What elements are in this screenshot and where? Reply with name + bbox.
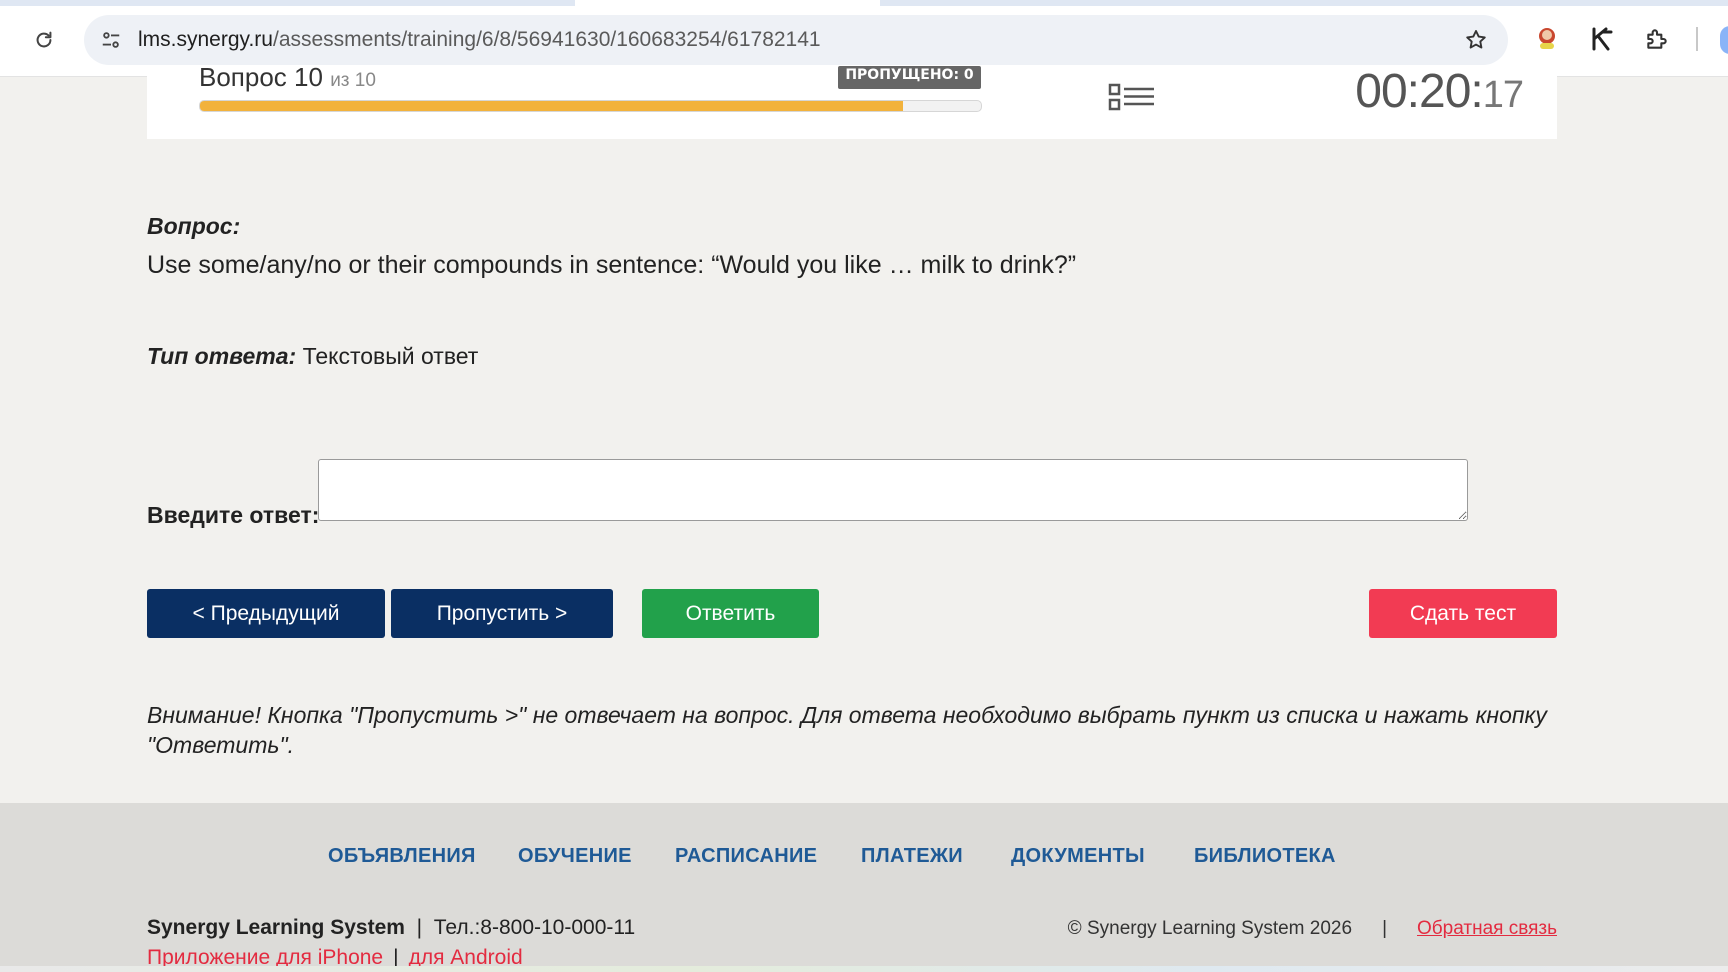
footer-brand: Synergy Learning System <box>147 916 405 939</box>
answer-button[interactable]: Ответить <box>642 589 819 638</box>
question-text: Use some/any/no or their compounds in se… <box>147 251 1077 279</box>
reload-icon[interactable] <box>30 26 58 54</box>
profile-avatar[interactable] <box>1720 26 1728 54</box>
footer: ОБЪЯВЛЕНИЯ ОБУЧЕНИЕ РАСПИСАНИЕ ПЛАТЕЖИ Д… <box>0 803 1728 972</box>
footer-nav-documents[interactable]: ДОКУМЕНТЫ <box>1011 845 1145 868</box>
site-settings-icon[interactable] <box>98 27 124 53</box>
question-label: Вопрос: <box>147 213 241 239</box>
footer-nav-library[interactable]: БИБЛИОТЕКА <box>1194 845 1336 868</box>
footer-phone: Тел.:8-800-10-000-11 <box>433 916 636 939</box>
test-header-card: Вопрос 10 из 10 ПРОПУЩЕНО: 0 00:20:17 <box>147 62 1557 139</box>
address-bar[interactable]: lms.synergy.ru/assessments/training/6/8/… <box>84 15 1508 65</box>
skip-button[interactable]: Пропустить > <box>391 589 613 638</box>
footer-contact: Synergy Learning System | Тел.:8-800-10-… <box>147 916 636 939</box>
skipped-badge: ПРОПУЩЕНО: 0 <box>838 66 981 89</box>
answer-type: Тип ответа: Текстовый ответ <box>147 343 478 370</box>
answer-type-label: Тип ответа: <box>147 343 297 369</box>
feedback-link[interactable]: Обратная связь <box>1417 918 1557 939</box>
footer-nav-payments[interactable]: ПЛАТЕЖИ <box>861 845 963 868</box>
bookmark-star-icon[interactable] <box>1462 26 1490 54</box>
taskbar-edge <box>0 966 1728 972</box>
active-tab[interactable] <box>575 0 880 6</box>
progress-bar <box>199 100 982 112</box>
footer-nav-schedule[interactable]: РАСПИСАНИЕ <box>675 845 817 868</box>
footer-copyright: © Synergy Learning System 2026 <box>1067 918 1353 939</box>
warning-note: Внимание! Кнопка "Пропустить >" не отвеч… <box>147 702 1547 758</box>
url-path: /assessments/training/6/8/56941630/16068… <box>272 28 821 51</box>
extension-avatar-icon[interactable] <box>1533 24 1563 54</box>
question-counter: Вопрос 10 из 10 <box>199 62 376 93</box>
footer-nav-learning[interactable]: ОБУЧЕНИЕ <box>518 845 632 868</box>
url-host: lms.synergy.ru <box>138 28 273 51</box>
timer-main: 00:20: <box>1355 65 1483 118</box>
footer-copyright-area: © Synergy Learning System 2026 | Обратная … <box>1067 918 1557 939</box>
question-list-icon[interactable] <box>1108 82 1156 112</box>
tab-strip <box>0 0 1728 6</box>
extension-k-icon[interactable] <box>1587 24 1617 54</box>
timer-seconds: 17 <box>1482 74 1524 116</box>
extensions-puzzle-icon[interactable] <box>1642 24 1672 54</box>
submit-test-button[interactable]: Сдать тест <box>1369 589 1557 638</box>
answer-label: Введите ответ: <box>147 502 320 528</box>
progress-fill <box>200 101 903 111</box>
previous-button[interactable]: < Предыдущий <box>147 589 385 638</box>
url-text[interactable]: lms.synergy.ru/assessments/training/6/8/… <box>138 28 821 52</box>
footer-nav-announcements[interactable]: ОБЪЯВЛЕНИЯ <box>328 845 476 868</box>
question-number: Вопрос 10 <box>199 62 323 92</box>
answer-input[interactable] <box>318 459 1468 521</box>
question-total: из 10 <box>330 70 376 91</box>
toolbar-divider <box>1696 27 1698 51</box>
timer: 00:20:17 <box>1355 64 1524 119</box>
answer-type-value: Текстовый ответ <box>302 343 479 369</box>
